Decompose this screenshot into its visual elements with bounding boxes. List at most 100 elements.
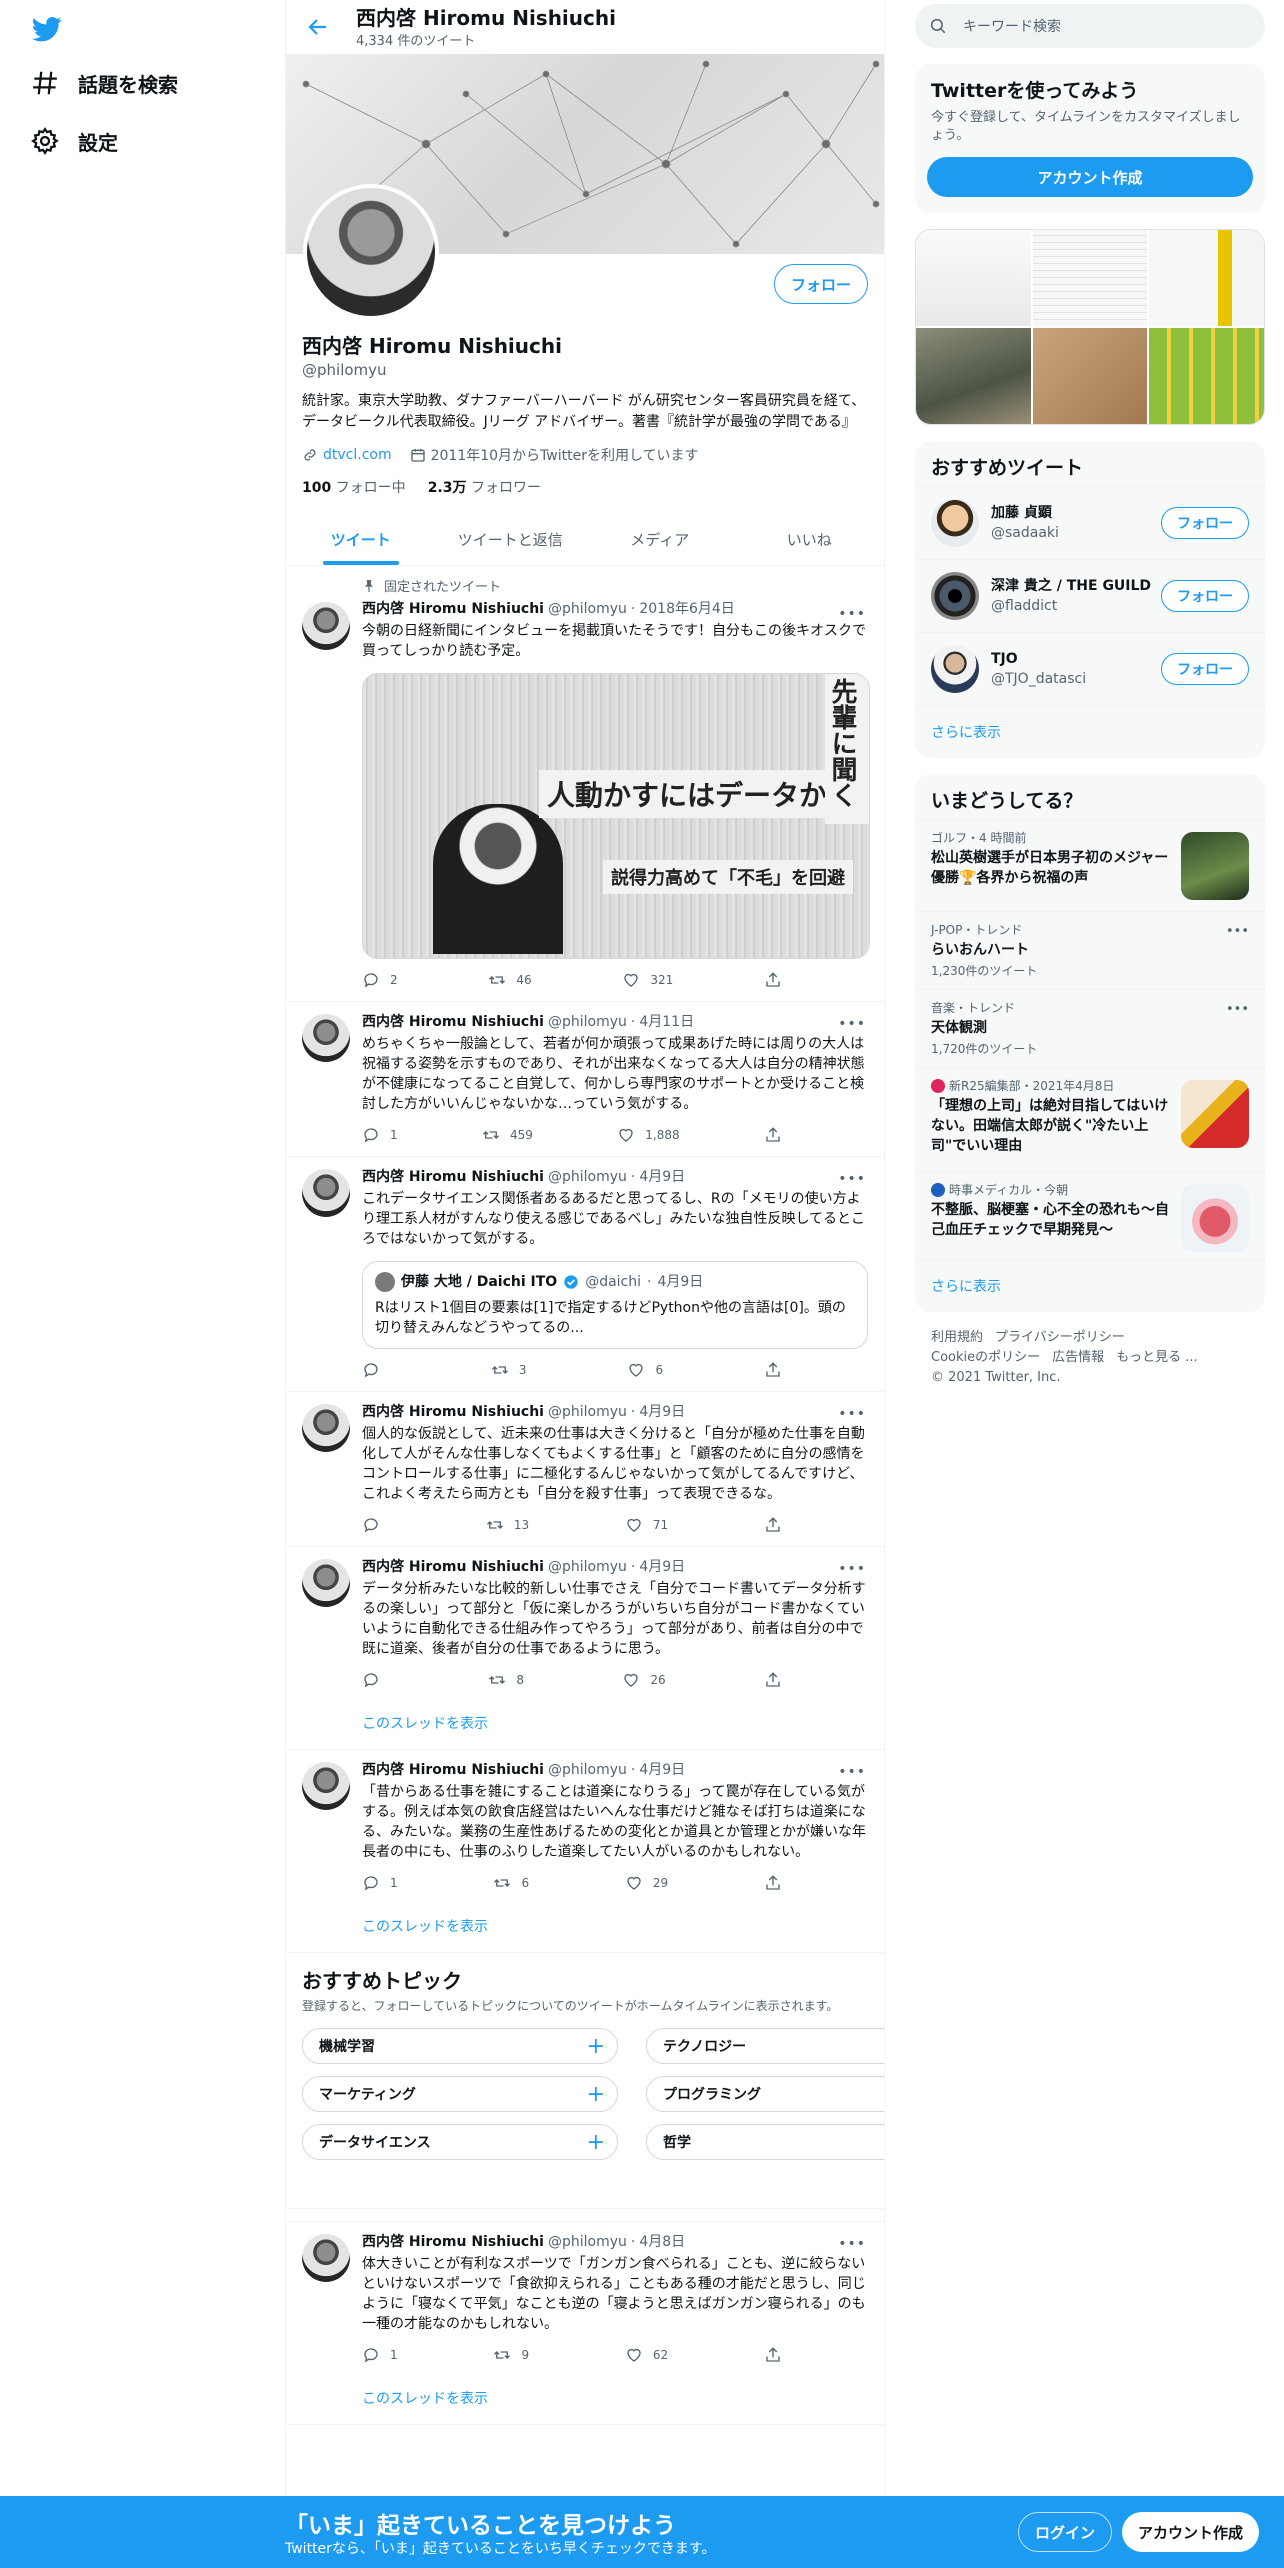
- show-thread-link[interactable]: このスレッドを表示: [362, 1916, 868, 1936]
- profile-url[interactable]: dtvcl.com: [323, 447, 392, 463]
- tab-tweets[interactable]: ツイート: [286, 513, 436, 565]
- trend-item[interactable]: 新R25編集部・2021年4月8日 「理想の上司」は絶対目指してはいけない。田端…: [915, 1067, 1265, 1171]
- share-button[interactable]: [764, 1671, 782, 1689]
- share-button[interactable]: [764, 1516, 782, 1534]
- topic-chip[interactable]: 哲学+: [646, 2124, 884, 2160]
- tweet-date[interactable]: 4月11日: [639, 1012, 694, 1032]
- plus-icon[interactable]: +: [587, 2034, 605, 2059]
- footer-link[interactable]: 利用規約: [931, 1330, 983, 1345]
- plus-icon[interactable]: +: [587, 2130, 605, 2155]
- media-thumb[interactable]: [916, 328, 1031, 424]
- avatar[interactable]: [302, 1404, 350, 1452]
- footer-link[interactable]: もっと見る ...: [1116, 1350, 1198, 1365]
- avatar[interactable]: [302, 2234, 350, 2282]
- media-thumb[interactable]: [1149, 328, 1264, 424]
- avatar[interactable]: [302, 1014, 350, 1062]
- tweet-author-name[interactable]: 西内啓 Hiromu Nishiuchi: [362, 1760, 544, 1780]
- tweet[interactable]: 西内啓 Hiromu Nishiuchi @philomyu · 4月9日 •••…: [286, 1547, 884, 1750]
- tweet[interactable]: 西内啓 Hiromu Nishiuchi @philomyu · 4月9日 •••…: [286, 1750, 884, 1953]
- following-stat[interactable]: 100 フォロー中: [302, 477, 406, 497]
- avatar[interactable]: [302, 1559, 350, 1607]
- search-input[interactable]: キーワード検索: [963, 16, 1061, 36]
- tweet-author-name[interactable]: 西内啓 Hiromu Nishiuchi: [362, 1167, 544, 1187]
- tab-likes[interactable]: いいね: [735, 513, 885, 565]
- like-button[interactable]: 26: [622, 1671, 666, 1689]
- trend-item[interactable]: J-POP・トレンド らいおんハート 1,230件のツイート •••: [915, 911, 1265, 989]
- tweet-date[interactable]: 4月9日: [639, 1760, 685, 1780]
- show-thread-link[interactable]: このスレッドを表示: [362, 2388, 868, 2408]
- avatar[interactable]: [302, 602, 350, 650]
- reply-button[interactable]: 2: [362, 971, 398, 989]
- tweet[interactable]: 西内啓 Hiromu Nishiuchi @philomyu · 4月9日 •••…: [286, 1392, 884, 1547]
- show-thread-link[interactable]: このスレッドを表示: [362, 1713, 868, 1733]
- nav-settings[interactable]: 設定: [30, 126, 118, 156]
- media-thumb[interactable]: [916, 230, 1031, 326]
- follow-button[interactable]: フォロー: [1161, 653, 1249, 685]
- suggested-user[interactable]: 加藤 貞顕 @sadaaki フォロー: [915, 486, 1265, 559]
- trend-item[interactable]: 音楽・トレンド 天体観測 1,720件のツイート •••: [915, 989, 1265, 1067]
- show-more-link[interactable]: さらに表示: [915, 1259, 1265, 1312]
- like-button[interactable]: 62: [625, 2346, 668, 2364]
- tweet-date[interactable]: 4月9日: [639, 1557, 685, 1577]
- tweet-date[interactable]: 2018年6月4日: [639, 599, 734, 619]
- more-options-icon[interactable]: •••: [838, 2236, 866, 2252]
- more-options-icon[interactable]: •••: [1226, 924, 1249, 939]
- twitter-logo-icon[interactable]: [30, 14, 64, 44]
- footer-link[interactable]: 広告情報: [1052, 1350, 1104, 1365]
- trend-item[interactable]: 時事メディカル・今朝 不整脈、脳梗塞・心不全の恐れも～自己血圧チェックで早期発見…: [915, 1171, 1265, 1259]
- reply-button[interactable]: 1: [362, 1874, 398, 1892]
- tweet-date[interactable]: 4月9日: [639, 1167, 685, 1187]
- like-button[interactable]: 1,888: [617, 1126, 680, 1144]
- more-options-icon[interactable]: •••: [838, 1561, 866, 1577]
- like-button[interactable]: 321: [622, 971, 673, 989]
- share-button[interactable]: [764, 971, 782, 989]
- share-button[interactable]: [764, 1874, 782, 1892]
- tab-tweets-replies[interactable]: ツイートと返信: [436, 513, 586, 565]
- more-options-icon[interactable]: •••: [838, 1406, 866, 1422]
- retweet-button[interactable]: 9: [493, 2346, 529, 2364]
- topic-chip[interactable]: データサイエンス +: [302, 2124, 618, 2160]
- tweet-image-newspaper[interactable]: 人動かすにはデータから 説得力高めて「不毛」を回避 先輩に聞く: [362, 673, 870, 959]
- tweet-pinned[interactable]: 固定されたツイート 西内啓 Hiromu Nishiuchi @philomyu…: [286, 566, 884, 1002]
- reply-button[interactable]: [362, 1671, 390, 1689]
- avatar[interactable]: [931, 572, 979, 620]
- tweet[interactable]: 西内啓 Hiromu Nishiuchi @philomyu · 4月9日 •••…: [286, 1157, 884, 1392]
- retweet-button[interactable]: 46: [488, 971, 532, 989]
- suggested-user[interactable]: TJO @TJO_datasci フォロー: [915, 632, 1265, 705]
- signup-button[interactable]: アカウント作成: [1122, 2512, 1260, 2552]
- tweet[interactable]: 西内啓 Hiromu Nishiuchi @philomyu · 4月8日 •••…: [286, 2221, 884, 2425]
- reply-button[interactable]: 1: [362, 2346, 398, 2364]
- avatar[interactable]: [302, 1762, 350, 1810]
- trend-item[interactable]: ゴルフ・4 時間前 松山英樹選手が日本男子初のメジャー優勝🏆各界から祝福の声: [915, 819, 1265, 911]
- followers-stat[interactable]: 2.3万 フォロワー: [428, 477, 541, 497]
- avatar[interactable]: [931, 645, 979, 693]
- footer-link[interactable]: プライバシーポリシー: [995, 1330, 1125, 1345]
- more-options-icon[interactable]: •••: [1226, 1002, 1249, 1017]
- more-options-icon[interactable]: •••: [838, 606, 866, 622]
- profile-avatar[interactable]: [303, 184, 439, 320]
- footer-link[interactable]: Cookieのポリシー: [931, 1350, 1040, 1365]
- topic-chip[interactable]: プログラミング+: [646, 2076, 884, 2112]
- follow-button[interactable]: フォロー: [1161, 507, 1249, 539]
- avatar[interactable]: [302, 1169, 350, 1217]
- media-thumb[interactable]: [1149, 230, 1264, 326]
- retweet-button[interactable]: 13: [486, 1516, 529, 1534]
- plus-icon[interactable]: +: [587, 2082, 605, 2107]
- tweet-author-name[interactable]: 西内啓 Hiromu Nishiuchi: [362, 1402, 544, 1422]
- more-options-icon[interactable]: •••: [838, 1016, 866, 1032]
- tweet-author-name[interactable]: 西内啓 Hiromu Nishiuchi: [362, 1012, 544, 1032]
- follow-button[interactable]: フォロー: [773, 264, 868, 304]
- more-options-icon[interactable]: •••: [838, 1764, 866, 1780]
- create-account-button[interactable]: アカウント作成: [927, 157, 1253, 197]
- retweet-button[interactable]: 6: [493, 1874, 529, 1892]
- tweet-date[interactable]: 4月9日: [639, 1402, 685, 1422]
- tweet[interactable]: 西内啓 Hiromu Nishiuchi @philomyu · 4月11日 ••…: [286, 1002, 884, 1157]
- search-box[interactable]: キーワード検索: [915, 4, 1265, 48]
- share-button[interactable]: [764, 2346, 782, 2364]
- login-button[interactable]: ログイン: [1018, 2512, 1113, 2552]
- like-button[interactable]: 29: [625, 1874, 668, 1892]
- tweet-author-name[interactable]: 西内啓 Hiromu Nishiuchi: [362, 2232, 544, 2252]
- more-options-icon[interactable]: •••: [838, 1171, 866, 1187]
- reply-button[interactable]: [362, 1361, 390, 1379]
- retweet-button[interactable]: 459: [482, 1126, 533, 1144]
